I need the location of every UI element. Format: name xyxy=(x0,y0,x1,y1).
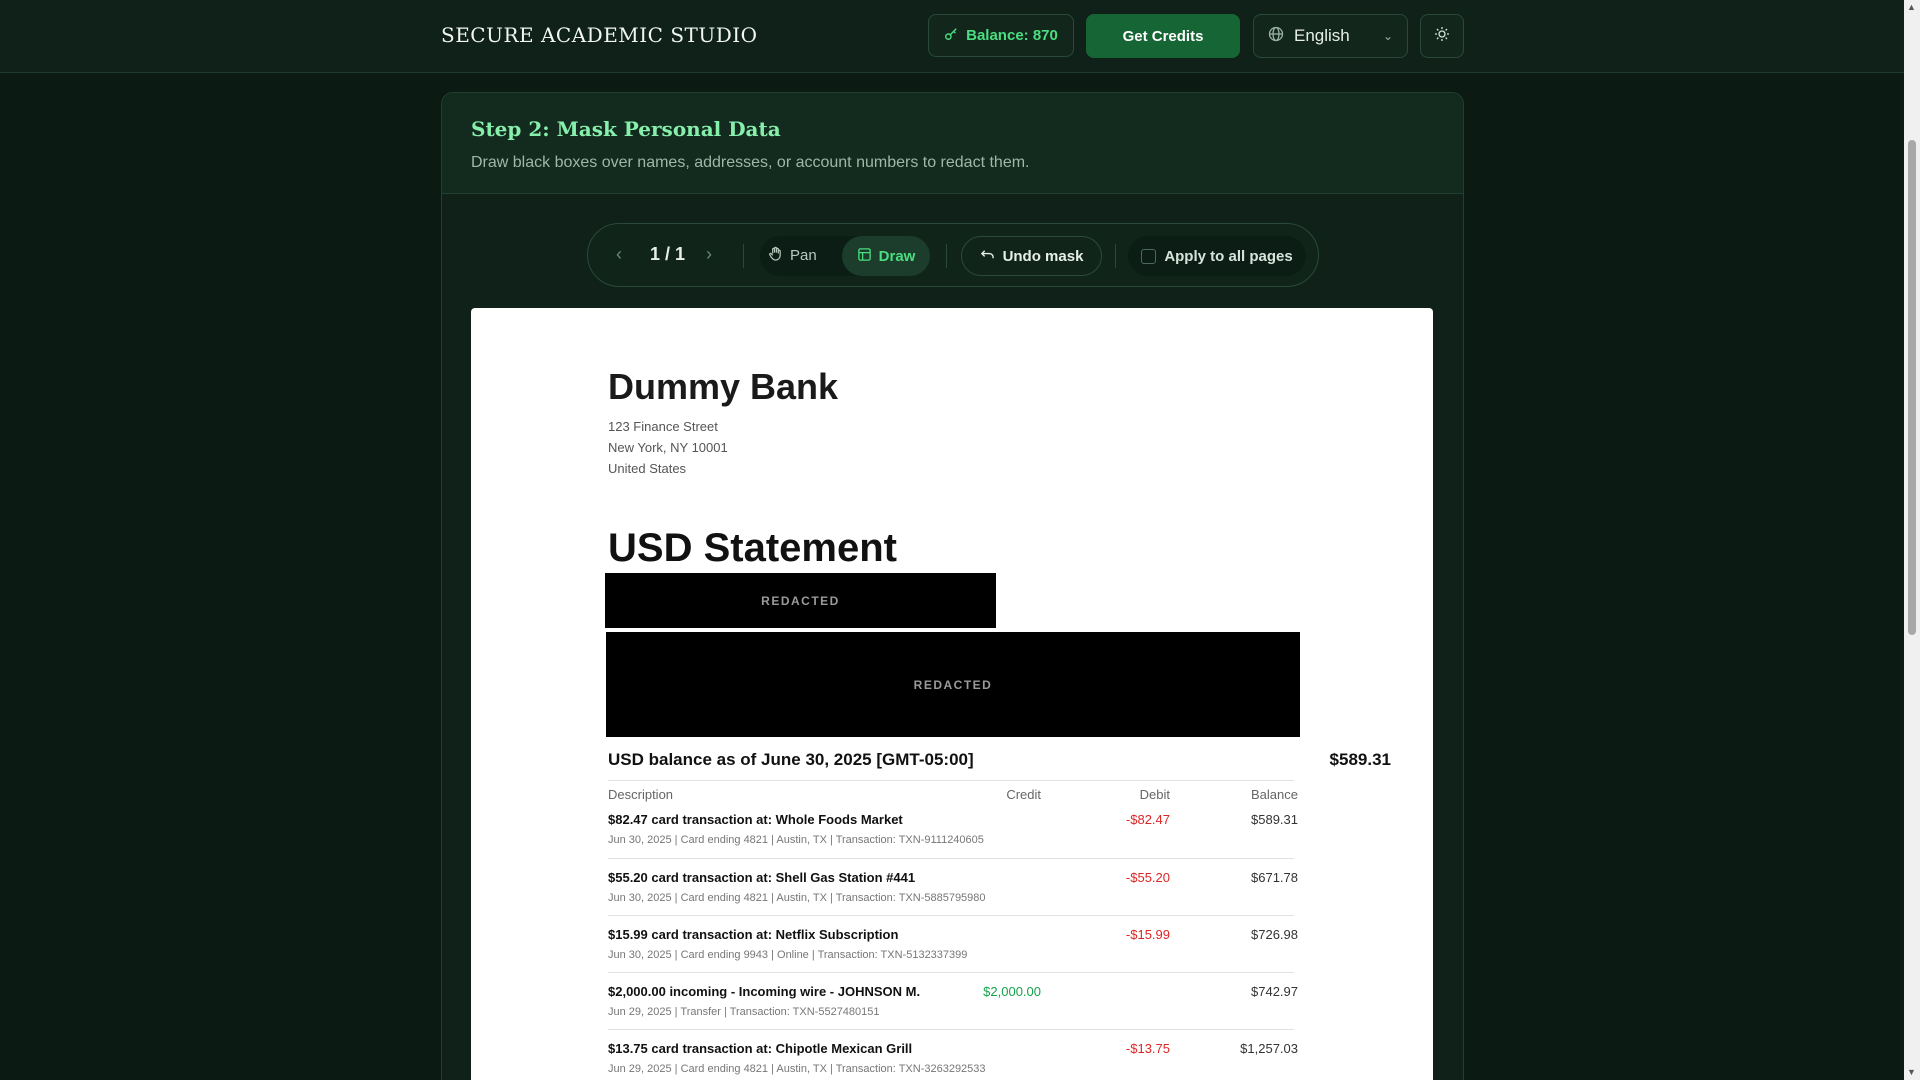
address-line: New York, NY 10001 xyxy=(608,440,728,455)
get-credits-button[interactable]: Get Credits xyxy=(1086,14,1240,58)
transaction-balance: $726.98 xyxy=(1251,927,1298,942)
address-line: United States xyxy=(608,461,687,476)
divider xyxy=(608,780,1294,781)
row-divider xyxy=(608,972,1294,973)
redaction-box[interactable]: REDACTED xyxy=(605,573,996,628)
transaction-meta: Jun 30, 2025 | Card ending 4821 | Austin… xyxy=(608,892,986,904)
transaction-debit: -$15.99 xyxy=(1125,927,1170,942)
scroll-down-arrow-icon[interactable]: ▼ xyxy=(1907,1067,1916,1077)
undo-mask-button[interactable]: Undo mask xyxy=(961,236,1102,276)
language-select[interactable]: English ⌄ xyxy=(1253,14,1408,58)
column-header-credit: Credit xyxy=(1006,787,1041,802)
row-divider xyxy=(608,858,1294,859)
transaction-meta: Jun 30, 2025 | Card ending 9943 | Online… xyxy=(608,949,968,961)
top-bar: SECURE ACADEMIC STUDIO Balance: 870 Get … xyxy=(0,0,1904,73)
transaction-debit: -$13.75 xyxy=(1125,1041,1170,1056)
document-canvas[interactable]: Dummy Bank 123 Finance Street New York, … xyxy=(471,308,1433,1080)
bank-name: Dummy Bank xyxy=(608,366,839,407)
toolbar-divider xyxy=(743,244,744,268)
transaction-credit: $2,000.00 xyxy=(983,984,1041,999)
apply-all-label: Apply to all pages xyxy=(1164,247,1293,265)
language-value: English xyxy=(1294,26,1350,45)
mask-toolbar: ‹ 1 / 1 › Pan Draw Undo mask Apply to al… xyxy=(587,223,1319,287)
chevron-down-icon: ⌄ xyxy=(1382,29,1393,43)
transaction-meta: Jun 29, 2025 | Card ending 4821 | Austin… xyxy=(608,1063,986,1075)
transaction-description: $15.99 card transaction at: Netflix Subs… xyxy=(608,927,899,942)
brand-logo[interactable]: SECURE ACADEMIC STUDIO xyxy=(441,23,758,47)
balance-badge[interactable]: Balance: 870 xyxy=(928,14,1074,57)
page-scrollbar[interactable]: ▲ ▼ xyxy=(1904,0,1920,1080)
row-divider xyxy=(608,915,1294,916)
redaction-box[interactable]: REDACTED xyxy=(606,632,1300,737)
draw-label: Draw xyxy=(878,247,916,265)
card-header: Step 2: Mask Personal Data Draw black bo… xyxy=(442,93,1463,194)
column-header-debit: Debit xyxy=(1139,787,1170,802)
key-icon xyxy=(944,27,958,45)
page-indicator: 1 / 1 xyxy=(650,244,686,264)
pan-label: Pan xyxy=(790,247,817,264)
draw-tool-button[interactable]: Draw xyxy=(842,236,930,276)
transaction-debit: -$55.20 xyxy=(1125,870,1170,885)
transaction-balance: $742.97 xyxy=(1251,984,1298,999)
transaction-description: $82.47 card transaction at: Whole Foods … xyxy=(608,812,903,827)
next-page-icon[interactable]: › xyxy=(706,244,712,265)
transaction-debit: -$82.47 xyxy=(1125,812,1170,827)
toolbar-divider xyxy=(946,244,947,268)
undo-icon xyxy=(980,247,995,266)
balance-summary-label: USD balance as of June 30, 2025 [GMT-05:… xyxy=(608,750,974,769)
transaction-description: $55.20 card transaction at: Shell Gas St… xyxy=(608,870,916,885)
hand-icon xyxy=(768,246,783,265)
mask-step-card: Step 2: Mask Personal Data Draw black bo… xyxy=(441,92,1464,1080)
balance-summary-value: $589.31 xyxy=(1329,750,1391,769)
row-divider xyxy=(608,1029,1294,1030)
scroll-up-arrow-icon[interactable]: ▲ xyxy=(1907,2,1916,12)
balance-label: Balance: 870 xyxy=(966,27,1058,44)
step-description: Draw black boxes over names, addresses, … xyxy=(471,154,1030,171)
transaction-description: $2,000.00 incoming - Incoming wire - JOH… xyxy=(608,984,921,999)
transaction-meta: Jun 29, 2025 | Transfer | Transaction: T… xyxy=(608,1006,880,1018)
apply-all-pages-toggle[interactable]: Apply to all pages xyxy=(1128,236,1306,276)
globe-icon xyxy=(1268,26,1284,47)
pan-tool-button[interactable]: Pan xyxy=(768,246,817,265)
apply-all-checkbox[interactable] xyxy=(1141,248,1157,264)
column-header-description: Description xyxy=(608,787,674,802)
sun-icon xyxy=(1434,26,1450,47)
transaction-description: $13.75 card transaction at: Chipotle Mex… xyxy=(608,1041,913,1056)
transaction-balance: $589.31 xyxy=(1251,812,1298,827)
theme-toggle-button[interactable] xyxy=(1420,14,1464,58)
transaction-balance: $1,257.03 xyxy=(1240,1041,1298,1056)
prev-page-icon[interactable]: ‹ xyxy=(616,244,622,265)
draw-box-icon xyxy=(857,247,872,266)
undo-label: Undo mask xyxy=(1002,247,1084,265)
scroll-thumb[interactable] xyxy=(1908,140,1916,635)
transaction-balance: $671.78 xyxy=(1251,870,1298,885)
statement-title: USD Statement xyxy=(608,526,897,570)
address-line: 123 Finance Street xyxy=(608,419,718,434)
transaction-meta: Jun 30, 2025 | Card ending 4821 | Austin… xyxy=(608,834,984,846)
column-header-balance: Balance xyxy=(1251,787,1298,802)
toolbar-divider xyxy=(1115,244,1116,268)
step-title: Step 2: Mask Personal Data xyxy=(471,117,781,141)
